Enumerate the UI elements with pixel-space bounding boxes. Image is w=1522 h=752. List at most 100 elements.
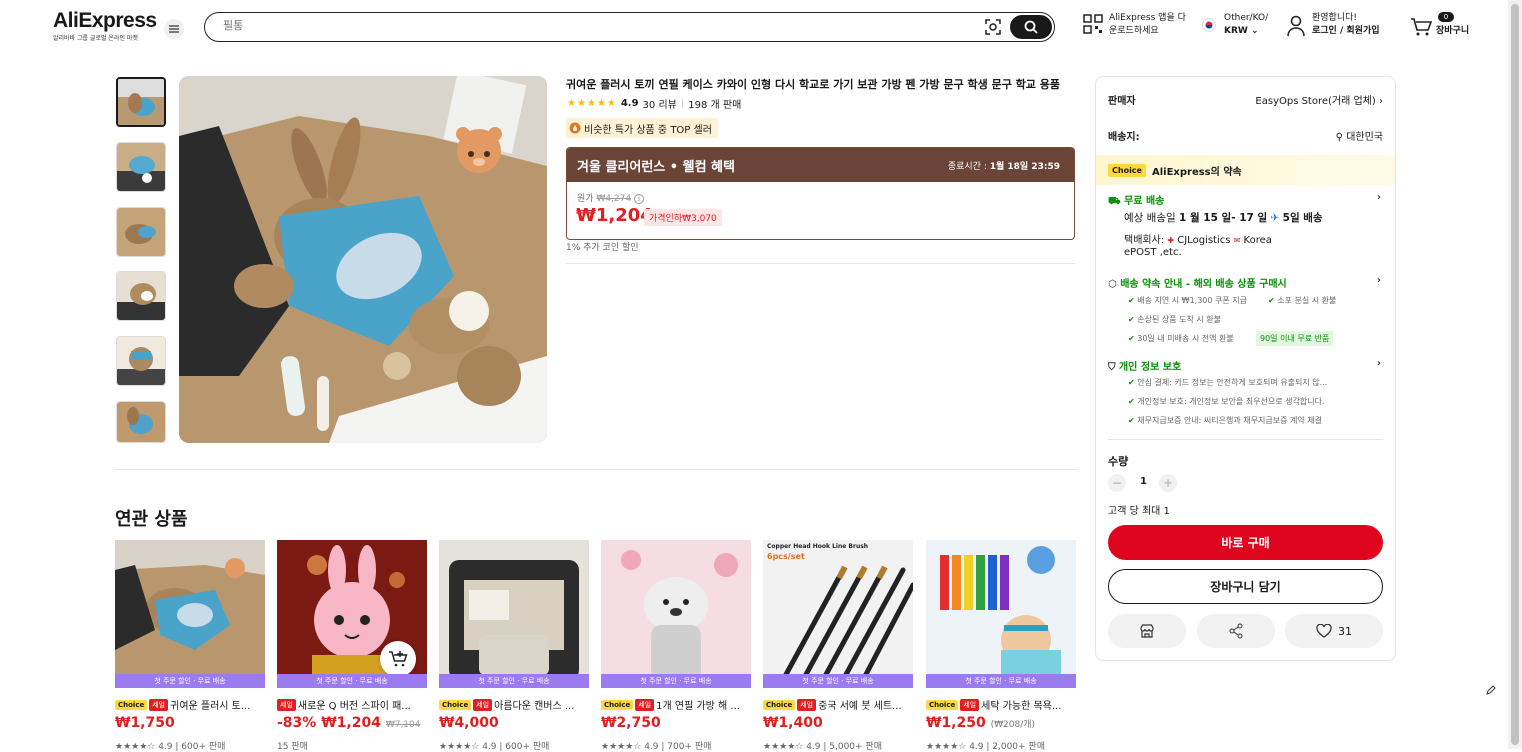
product-card-title[interactable]: 새로운 Q 버전 스파이 패... xyxy=(298,697,411,712)
promo-band: 첫 주문 할인 · 무료 배송 xyxy=(763,674,913,688)
product-card-image[interactable]: Copper Head Hook Line Brush 6pcs/set xyxy=(763,540,913,688)
sale-badge: 세일 xyxy=(277,698,296,711)
seller-row[interactable]: 판매자 EasyOps Store(거래 업체) › xyxy=(1108,92,1383,107)
promo-band: 첫 주문 할인 · 무료 배송 xyxy=(601,674,751,688)
choice-badge: Choice xyxy=(115,699,148,710)
page-scrollbar[interactable] xyxy=(1508,0,1522,749)
product-card-title[interactable]: 세탁 가능한 목욕... xyxy=(981,697,1061,712)
product-card[interactable]: 첫 주문 할인 · 무료 배송 Choice 세일 1개 연필 가방 해 ... ₩… xyxy=(601,540,751,752)
welcome-text: 환영합니다! xyxy=(1312,13,1358,23)
product-card-title[interactable]: 귀여운 플러시 토... xyxy=(170,697,250,712)
product-card[interactable]: 첫 주문 할인 · 무료 배송 Choice 세일 귀여운 플러시 토... ₩1,… xyxy=(115,540,265,752)
truck-icon: ⛟ xyxy=(1108,196,1121,207)
cart-icon xyxy=(1411,18,1432,36)
shipping-destination-row[interactable]: 배송지: ⚲ 대한민국 xyxy=(1108,128,1383,143)
sale-price: ₩1,204 xyxy=(576,205,653,226)
rating-value: 4.9 xyxy=(620,98,639,109)
related-products-title: 연관 상품 xyxy=(115,509,188,530)
product-image-sublabel: 6pcs/set xyxy=(767,552,805,561)
info-icon[interactable]: i xyxy=(633,194,644,204)
gallery-thumb[interactable] xyxy=(116,401,166,443)
quantity-decrease-button[interactable]: − xyxy=(1108,474,1126,492)
product-card[interactable]: Copper Head Hook Line Brush 6pcs/set 첫 주… xyxy=(763,540,913,752)
scrollbar-thumb[interactable] xyxy=(1511,4,1519,745)
camera-search-icon[interactable] xyxy=(984,18,1002,36)
wishlist-count: 31 xyxy=(1338,624,1352,638)
edit-icon[interactable] xyxy=(1480,679,1502,701)
search-button[interactable] xyxy=(1010,15,1052,39)
main-product-image[interactable] xyxy=(179,76,547,443)
product-card-title[interactable]: 1개 연필 가방 해 ... xyxy=(656,697,740,712)
gallery-thumb[interactable] xyxy=(116,207,166,257)
guarantee-item: 배송 지연 시 ₩1,300 쿠폰 지급 xyxy=(1128,295,1247,306)
choice-promise-bar: Choice AliExpress의 약속 xyxy=(1096,155,1395,185)
discount-percent: -83% xyxy=(277,715,317,731)
gallery-thumb[interactable] xyxy=(116,142,166,192)
heart-icon xyxy=(1316,624,1332,638)
privacy-item: 채무지급보증 안내: 씨티은행과 채무지급보증 계약 체결 xyxy=(1128,415,1322,426)
cart-count-badge: 0 xyxy=(1438,12,1454,22)
search-input[interactable] xyxy=(223,19,923,32)
product-card-image[interactable] xyxy=(439,540,589,688)
quantity-value[interactable]: 1 xyxy=(1140,476,1147,487)
product-card-price: ₩4,000 xyxy=(439,715,499,731)
product-card-image[interactable] xyxy=(115,540,265,688)
privacy-item: 개인정보 보호: 개인정보 보안을 최우선으로 생각합니다. xyxy=(1128,396,1324,407)
top-seller-text: 비슷한 특가 상품 중 TOP 셀러 xyxy=(584,124,712,136)
delivery-guarantee-row[interactable]: ⬡ 배송 약속 안내 - 해외 배송 상품 구매시 › xyxy=(1108,275,1381,290)
product-card[interactable]: 첫 주문 할인 · 무료 배송 Choice 세일 세탁 가능한 목욕... ₩1,… xyxy=(926,540,1076,752)
cart-plus-icon xyxy=(389,651,408,667)
delivery-prefix: 예상 배송일 xyxy=(1124,212,1176,224)
gallery-thumb[interactable] xyxy=(116,77,166,127)
discount-tag: 가격인하₩3,070 xyxy=(644,209,722,226)
sale-badge: 세일 xyxy=(635,698,655,711)
buy-now-button[interactable]: 바로 구매 xyxy=(1108,525,1383,560)
cj-logo-icon: ✚ xyxy=(1167,236,1175,245)
review-count-link[interactable]: 30 리뷰 xyxy=(643,96,677,111)
privacy-row[interactable]: ⛉ 개인 정보 보호 › xyxy=(1108,358,1381,373)
seller-name: EasyOps Store(거래 업체) xyxy=(1255,96,1376,107)
product-card-title[interactable]: 중국 서예 붓 세트... xyxy=(818,697,901,712)
gallery-thumb[interactable] xyxy=(116,336,166,386)
product-card-title[interactable]: 아름다운 캔버스 ... xyxy=(494,697,574,712)
product-card[interactable]: 첫 주문 할인 · 무료 배송 Choice 세일 아름다운 캔버스 ... ₩4,… xyxy=(439,540,589,752)
sale-badge: 세일 xyxy=(149,698,169,711)
sale-badge: 세일 xyxy=(797,698,817,711)
carrier-2: Korea xyxy=(1243,235,1272,246)
seller-label: 판매자 xyxy=(1108,96,1136,107)
fire-icon xyxy=(569,122,581,134)
product-card-image[interactable] xyxy=(926,540,1076,688)
product-card-meta: ★★★★☆ 4.9 | 5,000+ 판매 xyxy=(763,742,882,752)
delivery-estimate: 예상 배송일 1 월 15 일- 17 일 ✈ 5일 배송 xyxy=(1124,210,1323,225)
chevron-right-icon: › xyxy=(1376,358,1381,369)
ship-label: 배송지: xyxy=(1108,132,1140,143)
search-bar xyxy=(204,12,1055,42)
original-price: ₩4,274 xyxy=(596,194,632,204)
original-price-label: 원가 xyxy=(577,194,594,204)
free-shipping-row[interactable]: ⛟ 무료 배송 › xyxy=(1108,192,1381,209)
store-icon xyxy=(1140,624,1154,638)
choice-badge: Choice xyxy=(601,699,634,710)
wishlist-button[interactable]: 31 xyxy=(1285,614,1383,648)
quantity-increase-button[interactable]: + xyxy=(1159,474,1177,492)
privacy-title: 개인 정보 보호 xyxy=(1118,362,1182,373)
cart-label: 장바구니 xyxy=(1436,26,1470,36)
product-card-meta: ★★★★☆ 4.9 | 600+ 판매 xyxy=(439,742,550,752)
rating-stars: ★★★★★ xyxy=(567,98,617,109)
add-to-cart-button[interactable]: 장바구니 담기 xyxy=(1108,569,1383,604)
gallery-thumb[interactable] xyxy=(116,271,166,321)
aliexpress-logo[interactable]: AliExpress xyxy=(53,9,157,33)
free-return-badge: 90일 이내 무료 반품 xyxy=(1256,331,1334,346)
menu-icon[interactable] xyxy=(164,19,184,39)
login-signup-link[interactable]: 로그인 / 회원가입 xyxy=(1312,25,1380,38)
share-button[interactable] xyxy=(1197,614,1275,648)
product-card-image[interactable] xyxy=(601,540,751,688)
app-download-line1: AliExpress 앱을 다 xyxy=(1109,13,1186,23)
add-to-cart-float-button[interactable] xyxy=(380,641,416,677)
chevron-right-icon: › xyxy=(1379,96,1383,107)
purchase-panel: 판매자 EasyOps Store(거래 업체) › 배송지: ⚲ 대한민국 C… xyxy=(1095,76,1396,661)
store-button[interactable] xyxy=(1108,614,1186,648)
product-card[interactable]: 첫 주문 할인 · 무료 배송 세일 새로운 Q 버전 스파이 패... -83%… xyxy=(277,540,427,752)
user-icon xyxy=(1287,15,1305,37)
product-card-price: ₩2,750 xyxy=(601,715,661,731)
